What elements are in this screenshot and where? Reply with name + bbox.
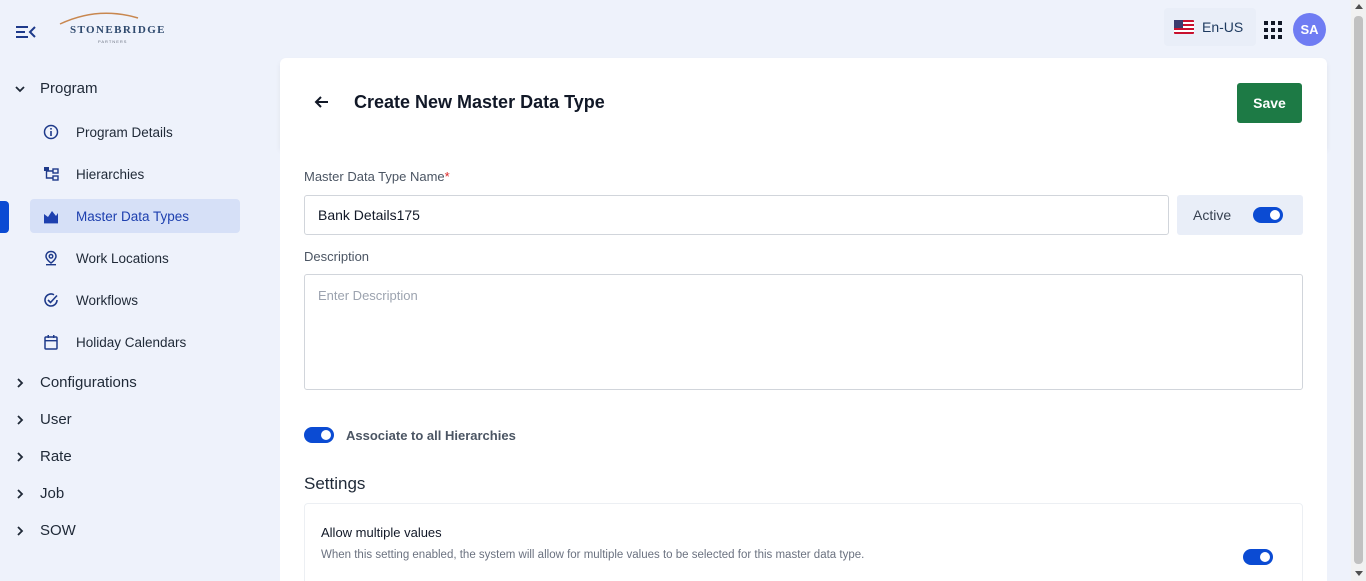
- user-avatar[interactable]: SA: [1293, 13, 1326, 46]
- language-selector[interactable]: En-US: [1164, 8, 1256, 46]
- sidebar-item-label: Holiday Calendars: [76, 334, 187, 350]
- chevron-down-icon: [14, 83, 26, 95]
- chevron-right-icon: [14, 451, 26, 463]
- apps-grid-icon[interactable]: [1264, 21, 1282, 39]
- sidebar-section-label: SOW: [40, 522, 76, 539]
- associate-hierarchies-toggle[interactable]: [304, 427, 334, 443]
- logo-subtext: PARTNERS: [98, 39, 128, 44]
- scroll-up-arrow-icon[interactable]: [1355, 4, 1363, 9]
- active-nav-indicator: [0, 201, 9, 233]
- name-label-text: Master Data Type Name: [304, 169, 445, 184]
- description-textarea[interactable]: [304, 274, 1303, 390]
- required-mark: *: [444, 169, 450, 184]
- back-arrow-icon[interactable]: [312, 92, 332, 112]
- hierarchy-icon: [42, 165, 60, 183]
- sidebar-section-user[interactable]: User: [14, 411, 72, 428]
- chevron-right-icon: [14, 525, 26, 537]
- sidebar-item-workflows[interactable]: Workflows: [30, 283, 240, 317]
- sidebar-item-label: Master Data Types: [76, 208, 190, 224]
- sidebar-section-job[interactable]: Job: [14, 485, 64, 502]
- sidebar-item-label: Work Locations: [76, 250, 169, 266]
- sidebar-item-label: Hierarchies: [76, 166, 145, 182]
- setting-name: Allow multiple values: [321, 525, 442, 540]
- page-title: Create New Master Data Type: [354, 92, 605, 112]
- form-body: Master Data Type Name* Active Descriptio…: [280, 148, 1327, 581]
- location-pin-icon: [42, 249, 60, 267]
- sidebar-section-program[interactable]: Program: [14, 80, 98, 97]
- active-label: Active: [1193, 207, 1232, 223]
- sidebar-item-label: Workflows: [76, 292, 139, 308]
- sidebar-item-work-locations[interactable]: Work Locations: [30, 241, 240, 275]
- sidebar-section-label: Job: [40, 485, 65, 502]
- sidebar-section-label: Rate: [40, 448, 72, 465]
- page-scrollbar[interactable]: [1351, 0, 1366, 581]
- menu-collapse-icon[interactable]: [14, 22, 38, 42]
- save-button[interactable]: Save: [1237, 83, 1302, 123]
- sidebar-item-hierarchies[interactable]: Hierarchies: [30, 157, 240, 191]
- scroll-thumb[interactable]: [1354, 16, 1363, 564]
- setting-card: Allow multiple values When this setting …: [304, 503, 1303, 581]
- sidebar-item-master-data-types[interactable]: Master Data Types: [30, 199, 240, 233]
- chevron-right-icon: [14, 414, 26, 426]
- chevron-right-icon: [14, 488, 26, 500]
- calendar-icon: [42, 333, 60, 351]
- associate-hierarchies-label: Associate to all Hierarchies: [346, 427, 516, 443]
- us-flag-icon: [1174, 20, 1194, 34]
- page-header: Create New Master Data Type Save: [280, 58, 1327, 148]
- logo-text: STONEBRIDGE: [70, 24, 166, 36]
- check-circle-icon: [42, 291, 60, 309]
- sidebar-section-sow[interactable]: SOW: [14, 522, 76, 539]
- associate-hierarchies-row: Associate to all Hierarchies: [304, 427, 516, 443]
- chart-icon: [42, 207, 60, 225]
- settings-title: Settings: [304, 474, 366, 493]
- sidebar-section-label: User: [40, 411, 72, 428]
- sidebar-section-label: Configurations: [40, 374, 137, 391]
- allow-multiple-values-toggle[interactable]: [1243, 549, 1273, 565]
- name-field-label: Master Data Type Name*: [304, 169, 450, 184]
- active-toggle-group: Active: [1177, 195, 1303, 235]
- description-label: Description: [304, 249, 370, 264]
- sidebar-item-label: Program Details: [76, 124, 173, 140]
- active-toggle[interactable]: [1253, 207, 1284, 223]
- master-data-type-name-input[interactable]: [304, 195, 1169, 235]
- info-icon: [42, 123, 60, 141]
- scroll-down-arrow-icon[interactable]: [1355, 571, 1363, 576]
- language-label: En-US: [1202, 19, 1244, 35]
- sidebar-item-holiday-calendars[interactable]: Holiday Calendars: [30, 325, 240, 359]
- sidebar-section-label: Program: [40, 80, 98, 97]
- sidebar-item-program-details[interactable]: Program Details: [30, 115, 240, 149]
- setting-description: When this setting enabled, the system wi…: [321, 549, 865, 561]
- chevron-right-icon: [14, 377, 26, 389]
- sidebar-section-rate[interactable]: Rate: [14, 448, 72, 465]
- sidebar-section-configurations[interactable]: Configurations: [14, 374, 137, 391]
